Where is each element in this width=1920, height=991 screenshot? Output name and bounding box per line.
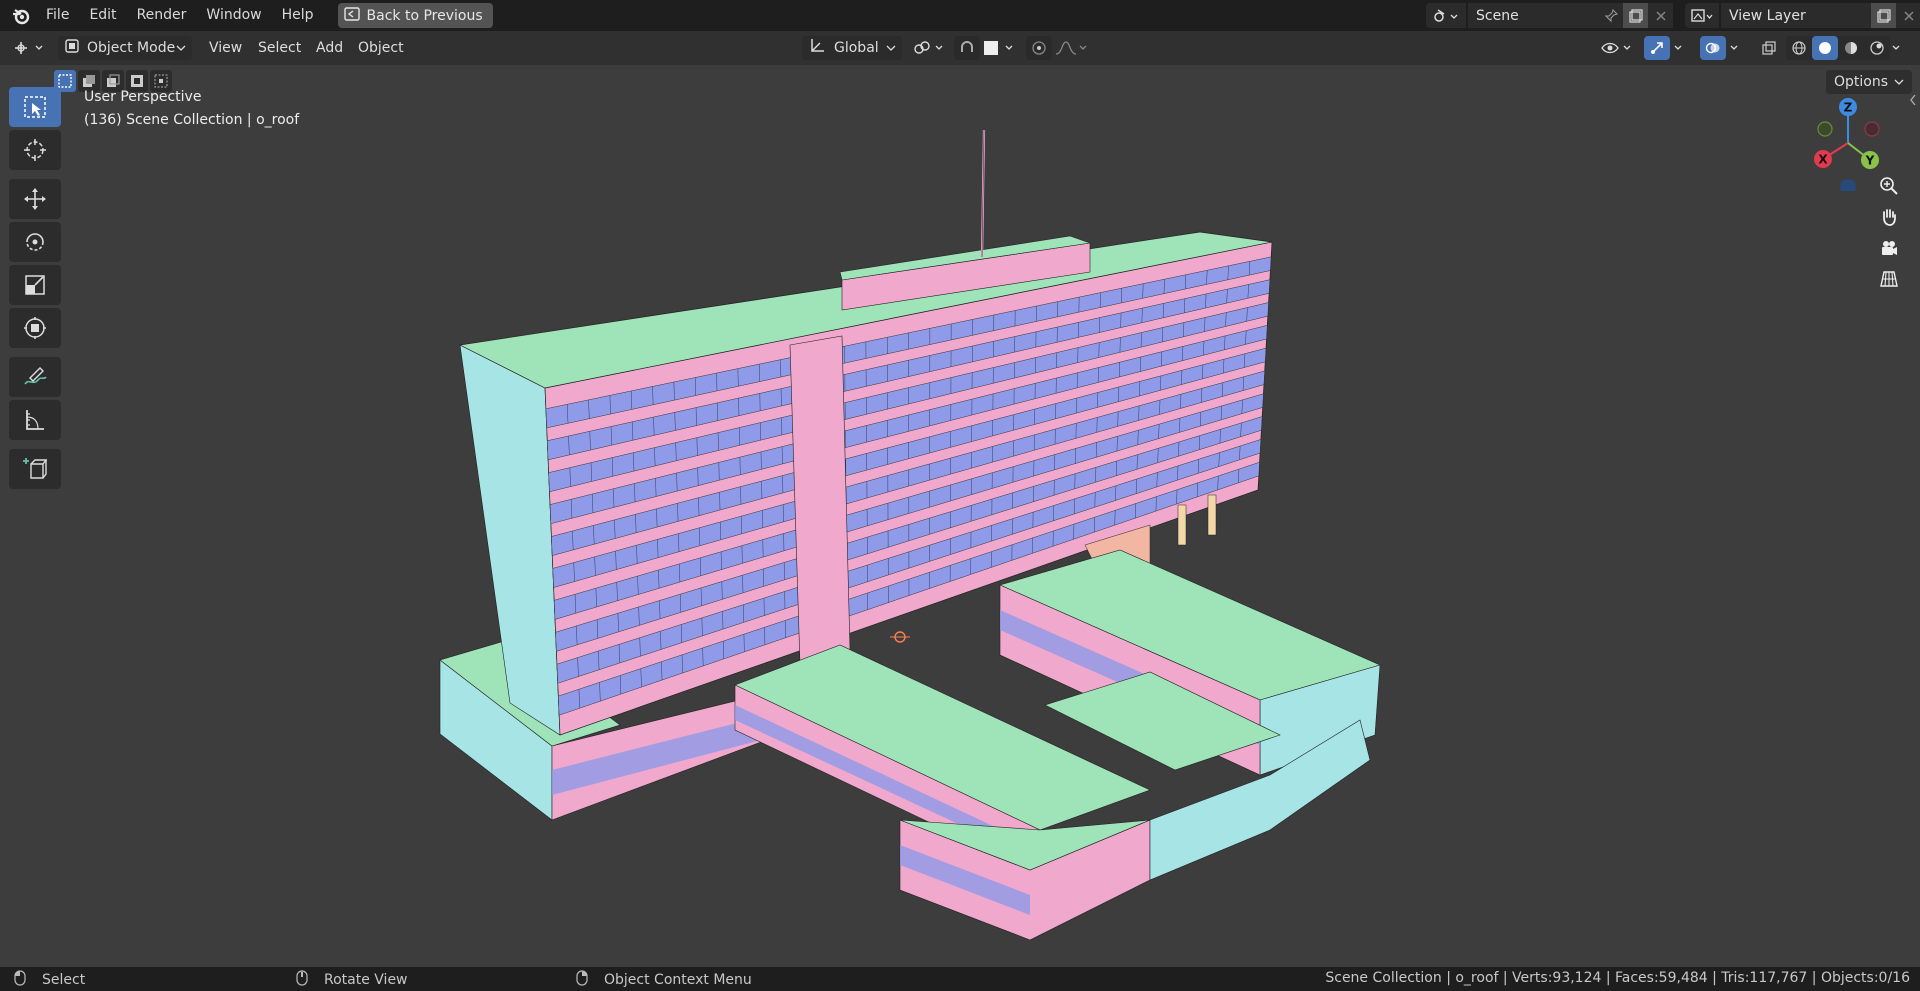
- new-view-layer-icon[interactable]: [1871, 3, 1896, 28]
- orientation-label: Global: [834, 40, 879, 56]
- gizmo-y-label: Y: [1865, 154, 1875, 168]
- wireframe-shading-icon[interactable]: [1786, 36, 1812, 60]
- chevron-down-icon: [1894, 74, 1904, 90]
- status-rotate: Rotate View: [296, 970, 408, 990]
- mode-label: Object Mode: [87, 40, 176, 56]
- screen-back-icon: [343, 6, 360, 25]
- chevron-down-icon: [176, 40, 186, 56]
- chevron-down-icon: [886, 40, 896, 56]
- pin-icon[interactable]: [1598, 3, 1623, 28]
- object-origin-marker: [890, 631, 910, 643]
- top-menu-bar: File Edit Render Window Help Back to Pre…: [0, 0, 1920, 31]
- transform-orientation-dropdown[interactable]: Global: [802, 36, 902, 60]
- material-shading-icon[interactable]: [1838, 36, 1864, 60]
- status-select: Select: [14, 970, 85, 990]
- new-scene-icon[interactable]: [1623, 3, 1648, 28]
- status-context-label: Object Context Menu: [604, 972, 752, 988]
- menu-view[interactable]: View: [209, 36, 242, 60]
- status-rotate-label: Rotate View: [324, 972, 408, 988]
- options-label: Options: [1833, 74, 1888, 90]
- orientation-icon: [808, 37, 826, 59]
- back-to-previous-button[interactable]: Back to Previous: [337, 3, 493, 28]
- scale-tool-icon[interactable]: [9, 265, 61, 305]
- mouse-left-icon: [14, 970, 26, 990]
- scene-name: Scene: [1476, 7, 1519, 24]
- snap-toggle-icon[interactable]: [954, 36, 980, 60]
- shading-dropdown[interactable]: [1890, 36, 1906, 60]
- object-mode-icon: [64, 38, 80, 58]
- delete-view-layer-icon[interactable]: [1896, 3, 1920, 28]
- gizmo-z-label: Z: [1844, 101, 1853, 115]
- view-perspective-label: User Perspective: [84, 89, 202, 105]
- camera-view-icon[interactable]: [1874, 233, 1904, 263]
- mouse-middle-icon: [296, 970, 308, 990]
- tool-shelf: [9, 87, 61, 492]
- falloff-dropdown[interactable]: [1054, 36, 1090, 60]
- menu-help[interactable]: Help: [272, 0, 324, 31]
- menu-file[interactable]: File: [36, 0, 79, 31]
- xray-toggle-icon[interactable]: [1756, 36, 1782, 60]
- editor-type-dropdown[interactable]: [12, 36, 48, 60]
- overlays-dropdown[interactable]: [1728, 36, 1744, 60]
- mode-dropdown[interactable]: Object Mode: [58, 36, 192, 60]
- scene-selector-group: Scene View Layer: [1426, 3, 1920, 28]
- scene-name-field[interactable]: Scene: [1468, 3, 1598, 28]
- view-layer-field[interactable]: View Layer: [1721, 3, 1871, 28]
- snap-target-dropdown[interactable]: [982, 36, 1018, 60]
- visibility-dropdown[interactable]: [1600, 36, 1636, 60]
- stair-core: [789, 335, 851, 666]
- status-bar: Select Rotate View Object Context Menu S…: [0, 967, 1920, 991]
- menu-select[interactable]: Select: [258, 36, 301, 60]
- scene-browse-icon[interactable]: [1426, 3, 1466, 28]
- menu-window[interactable]: Window: [196, 0, 271, 31]
- pan-view-hand-icon[interactable]: [1874, 202, 1904, 232]
- overlays-toggle-icon[interactable]: [1700, 36, 1726, 60]
- status-select-label: Select: [42, 972, 86, 988]
- sidebar-toggle-icon[interactable]: [1908, 93, 1918, 111]
- delete-scene-icon[interactable]: [1648, 3, 1673, 28]
- viewport-header: Object Mode View Select Add Object Globa…: [0, 31, 1920, 65]
- mouse-right-icon: [576, 970, 588, 990]
- menu-render[interactable]: Render: [127, 0, 197, 31]
- menu-edit[interactable]: Edit: [79, 0, 126, 31]
- measure-tool-icon[interactable]: [9, 400, 61, 440]
- gizmo-toggle-icon[interactable]: [1644, 36, 1670, 60]
- move-tool-icon[interactable]: [9, 179, 61, 219]
- view-layer-name: View Layer: [1729, 7, 1806, 24]
- select-box-tool-icon[interactable]: [9, 87, 61, 127]
- shading-group: [1786, 36, 1890, 60]
- blender-logo-icon[interactable]: [6, 0, 36, 31]
- menu-add[interactable]: Add: [316, 36, 343, 60]
- annotate-tool-icon[interactable]: [9, 357, 61, 397]
- menu-object[interactable]: Object: [358, 36, 404, 60]
- gizmo-x-label: X: [1818, 153, 1828, 167]
- cursor-tool-icon[interactable]: [9, 130, 61, 170]
- add-cube-tool-icon[interactable]: [9, 449, 61, 489]
- 3d-viewport[interactable]: Options User Perspective (136) Scene Col…: [0, 65, 1920, 967]
- scene-statistics: Scene Collection | o_roof | Verts:93,124…: [1325, 970, 1910, 986]
- zoom-view-icon[interactable]: [1874, 171, 1904, 201]
- proportional-edit-icon[interactable]: [1026, 36, 1052, 60]
- solid-shading-icon[interactable]: [1812, 36, 1838, 60]
- pivot-point-dropdown[interactable]: [912, 36, 948, 60]
- status-context: Object Context Menu: [576, 970, 752, 990]
- transform-tool-icon[interactable]: [9, 308, 61, 348]
- gizmo-dropdown[interactable]: [1672, 36, 1688, 60]
- rotate-tool-icon[interactable]: [9, 222, 61, 262]
- collection-info-label: (136) Scene Collection | o_roof: [84, 112, 300, 128]
- view-layer-browse-icon[interactable]: [1685, 3, 1719, 28]
- building-model: [439, 129, 1381, 941]
- perspective-toggle-grid-icon[interactable]: [1874, 264, 1904, 294]
- rendered-shading-icon[interactable]: [1864, 36, 1890, 60]
- back-to-previous-label: Back to Previous: [366, 7, 483, 24]
